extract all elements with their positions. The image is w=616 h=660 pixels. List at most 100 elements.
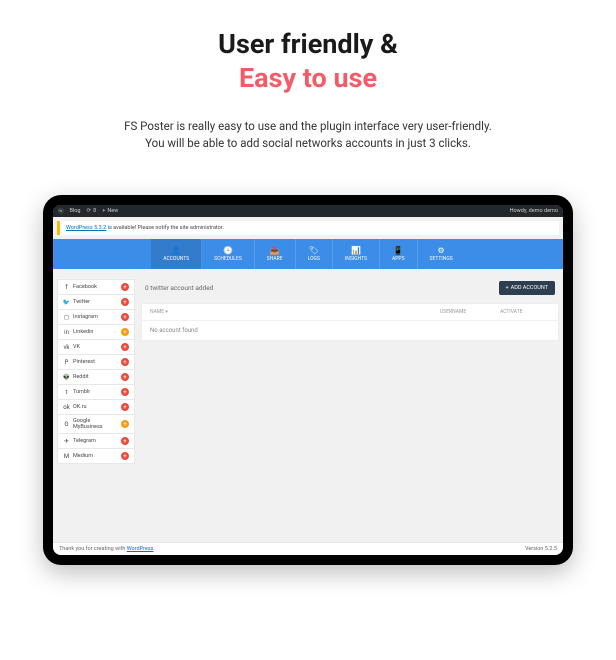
add-icon[interactable]: +	[121, 373, 129, 381]
nav-label: INSIGHTS	[345, 256, 367, 262]
hero-title-line1: User friendly &	[218, 28, 398, 60]
wp-admin-bar[interactable]: ⓦ Blog ⟳ 8 + New Howdy, demo demo	[53, 205, 563, 217]
sidebar-item-reddit[interactable]: 👽Reddit +	[57, 369, 135, 385]
wp-footer: Thank you for creating with WordPress. V…	[53, 542, 563, 555]
sidebar-item-okru[interactable]: okOK.ru +	[57, 399, 135, 415]
add-icon[interactable]: +	[121, 437, 129, 445]
sidebar-label: Facebook	[73, 284, 97, 290]
footer-left: Thank you for creating with WordPress.	[59, 546, 155, 552]
vk-icon: vk	[63, 344, 70, 351]
add-icon[interactable]: +	[121, 358, 129, 366]
accounts-icon: 👤	[171, 247, 181, 255]
nav-label: ACCOUNTS	[163, 256, 189, 262]
add-icon[interactable]: +	[121, 403, 129, 411]
reddit-icon: 👽	[63, 374, 70, 381]
add-icon[interactable]: +	[121, 328, 129, 336]
add-icon[interactable]: +	[121, 313, 129, 321]
notice-text: is available! Please notify the site adm…	[106, 225, 224, 231]
plus-icon: +	[506, 285, 509, 291]
nav-logs[interactable]: 🏷 LOGS	[296, 239, 333, 269]
account-count-text: 0 twitter account added	[145, 284, 213, 292]
table-empty-row: No account found	[142, 321, 558, 340]
nav-label: APPS	[392, 256, 405, 262]
th-name[interactable]: NAME ▾	[150, 309, 440, 315]
accounts-table: NAME ▾ USERNAME ACTIVATE No account foun…	[141, 303, 559, 341]
sidebar-item-telegram[interactable]: ✈Telegram +	[57, 433, 135, 449]
app-screen: ⓦ Blog ⟳ 8 + New Howdy, demo demo WordPr…	[53, 205, 563, 555]
sidebar-label: Pinterest	[73, 359, 95, 365]
nav-accounts[interactable]: 👤 ACCOUNTS	[151, 239, 202, 269]
sidebar-label: Linkedin	[73, 329, 93, 335]
sidebar-item-twitter[interactable]: 🐦Twitter +	[57, 294, 135, 310]
main-nav: 👤 ACCOUNTS 🕓 SCHEDULES 📤 SHARE 🏷 LOGS 📊 …	[53, 239, 563, 269]
apps-icon: 📱	[393, 247, 403, 255]
panel-header: 0 twitter account added + ADD ACCOUNT	[141, 279, 559, 303]
wp-link[interactable]: WordPress	[127, 546, 154, 552]
update-notice: WordPress 5.3.2 is available! Please not…	[57, 221, 559, 235]
blog-link[interactable]: Blog	[70, 208, 81, 214]
add-account-button[interactable]: + ADD ACCOUNT	[499, 281, 556, 295]
wp-bar-left: ⓦ Blog ⟳ 8 + New	[58, 207, 118, 215]
wp-logo-icon[interactable]: ⓦ	[58, 207, 64, 215]
sidebar-label: Tumblr	[73, 389, 90, 395]
google-icon: G	[63, 421, 70, 428]
add-icon[interactable]: +	[121, 283, 129, 291]
add-icon[interactable]: +	[121, 298, 129, 306]
add-account-label: ADD ACCOUNT	[511, 285, 548, 291]
nav-share[interactable]: 📤 SHARE	[255, 239, 296, 269]
nav-settings[interactable]: ⚙ SETTINGS	[418, 239, 465, 269]
sidebar-label: Instagram	[73, 314, 98, 320]
sidebar-item-medium[interactable]: MMedium +	[57, 448, 135, 464]
content-area: fFacebook + 🐦Twitter + ◻Instagram + inLi…	[53, 269, 563, 467]
new-link[interactable]: + New	[102, 208, 118, 214]
nav-label: SHARE	[267, 256, 283, 262]
insights-icon: 📊	[351, 247, 361, 255]
sidebar-label: Reddit	[73, 374, 89, 380]
networks-sidebar: fFacebook + 🐦Twitter + ◻Instagram + inLi…	[57, 279, 135, 463]
howdy-text[interactable]: Howdy, demo demo	[510, 208, 558, 214]
add-icon[interactable]: +	[121, 343, 129, 351]
logs-icon: 🏷	[309, 247, 319, 255]
sidebar-item-gmb[interactable]: GGoogle MyBusiness +	[57, 414, 135, 434]
hero-title: User friendly & Easy to use	[40, 28, 576, 96]
sidebar-label: VK	[73, 344, 80, 350]
nav-label: LOGS	[308, 256, 320, 262]
schedules-icon: 🕓	[223, 247, 233, 255]
add-icon[interactable]: +	[121, 452, 129, 460]
hero-description: FS Poster is really easy to use and the …	[40, 118, 576, 154]
sidebar-label: Telegram	[73, 438, 96, 444]
facebook-icon: f	[63, 284, 70, 291]
nav-apps[interactable]: 📱 APPS	[380, 239, 418, 269]
nav-insights[interactable]: 📊 INSIGHTS	[333, 239, 380, 269]
sidebar-item-linkedin[interactable]: inLinkedin +	[57, 324, 135, 340]
nav-label: SCHEDULES	[214, 256, 242, 262]
sidebar-label: Medium	[73, 453, 93, 459]
nav-schedules[interactable]: 🕓 SCHEDULES	[202, 239, 255, 269]
nav-label: SETTINGS	[430, 256, 453, 262]
sidebar-item-pinterest[interactable]: PPinterest +	[57, 354, 135, 370]
wp-version-link[interactable]: WordPress 5.3.2	[66, 225, 106, 231]
instagram-icon: ◻	[63, 314, 70, 321]
footer-version: Version 5.2.5	[525, 546, 557, 552]
add-icon[interactable]: +	[121, 420, 129, 428]
twitter-icon: 🐦	[63, 299, 70, 306]
tumblr-icon: t	[63, 389, 70, 396]
share-icon: 📤	[270, 247, 280, 255]
updates-link[interactable]: ⟳ 8	[87, 208, 97, 214]
linkedin-icon: in	[63, 329, 70, 336]
pinterest-icon: P	[63, 359, 70, 366]
table-head: NAME ▾ USERNAME ACTIVATE	[142, 304, 558, 321]
telegram-icon: ✈	[63, 438, 70, 445]
sidebar-item-tumblr[interactable]: tTumblr +	[57, 384, 135, 400]
hero-section: User friendly & Easy to use FS Poster is…	[0, 0, 616, 171]
sidebar-label: Google MyBusiness	[73, 418, 121, 430]
sidebar-item-instagram[interactable]: ◻Instagram +	[57, 309, 135, 325]
sidebar-label: OK.ru	[73, 404, 87, 410]
sidebar-item-facebook[interactable]: fFacebook +	[57, 279, 135, 295]
hero-title-line2: Easy to use	[239, 62, 377, 94]
th-activate[interactable]: ACTIVATE	[500, 309, 550, 315]
th-username[interactable]: USERNAME	[440, 309, 500, 315]
add-icon[interactable]: +	[121, 388, 129, 396]
sidebar-item-vk[interactable]: vkVK +	[57, 339, 135, 355]
okru-icon: ok	[63, 404, 70, 411]
